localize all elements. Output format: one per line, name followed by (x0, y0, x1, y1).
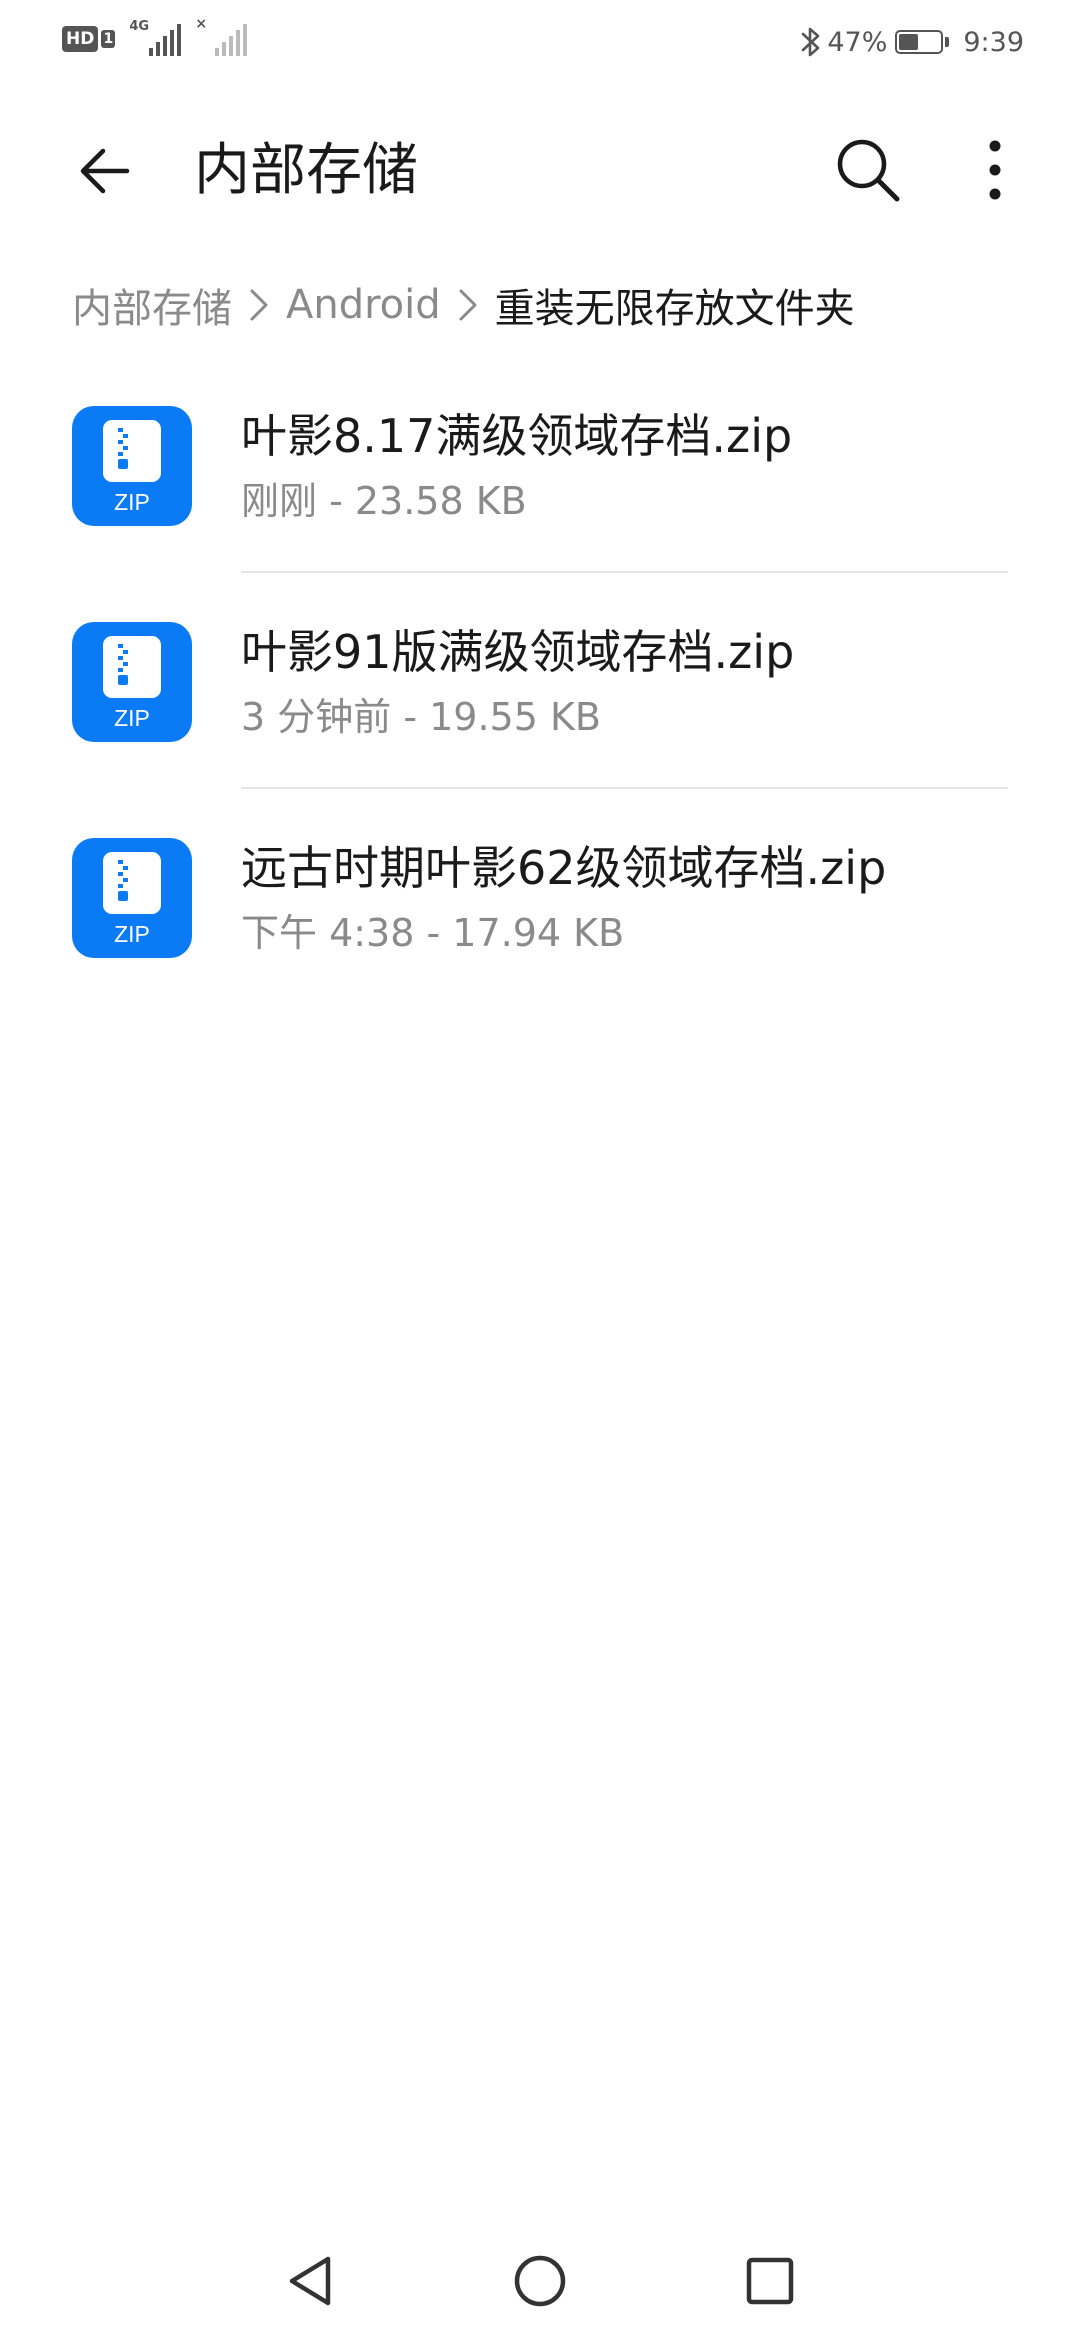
file-meta: 下午 4:38 - 17.94 KB (241, 911, 625, 955)
status-left: HD 1 4G × (62, 16, 248, 56)
hd-label: HD (62, 26, 99, 52)
zip-icon-label: ZIP (114, 489, 150, 515)
breadcrumb-item-android[interactable]: Android (286, 282, 441, 328)
search-button[interactable] (826, 128, 910, 212)
file-list: ZIP 叶影8.17满级领域存档.zip 刚刚 - 23.58 KB ZIP 叶… (0, 390, 1080, 1038)
bluetooth-icon (802, 27, 820, 57)
signal-strength-sim2: × (195, 16, 248, 56)
breadcrumb-item-internal-storage[interactable]: 内部存储 (72, 276, 232, 334)
battery-fill (899, 34, 919, 50)
battery-icon (895, 30, 950, 54)
zip-icon-label: ZIP (114, 921, 150, 947)
chevron-right-icon (457, 285, 479, 325)
screen: HD 1 4G × 47% 9:39 内部存储 内部存储 Android 重装无… (0, 0, 1080, 2340)
more-vertical-icon (989, 140, 1001, 200)
signal-bars-empty-icon (215, 24, 248, 56)
more-options-button[interactable] (960, 128, 1030, 212)
file-name: 远古时期叶影62级领域存档.zip (241, 841, 887, 895)
file-meta: 刚刚 - 23.58 KB (241, 479, 527, 523)
hd-badge: HD 1 (62, 22, 116, 56)
breadcrumb: 内部存储 Android 重装无限存放文件夹 (72, 270, 855, 340)
battery-percent: 47% (827, 26, 888, 58)
app-bar: 内部存储 (0, 112, 1080, 222)
zip-file-icon: ZIP (72, 622, 192, 742)
back-button[interactable] (66, 132, 144, 210)
divider (241, 571, 1008, 573)
nav-recents-square-icon (746, 2257, 794, 2305)
divider (241, 787, 1008, 789)
zip-file-icon: ZIP (72, 406, 192, 526)
file-row[interactable]: ZIP 叶影91版满级领域存档.zip 3 分钟前 - 19.55 KB (0, 606, 1080, 822)
breadcrumb-item-current-folder: 重装无限存放文件夹 (494, 286, 855, 332)
zip-file-icon: ZIP (72, 838, 192, 958)
file-meta: 3 分钟前 - 19.55 KB (241, 695, 601, 739)
sim-label: 1 (101, 30, 116, 48)
network-type-label: 4G (129, 19, 150, 34)
zip-icon-label: ZIP (114, 705, 150, 731)
navigation-bar (0, 2220, 1080, 2340)
chevron-right-icon (248, 285, 270, 325)
page-title: 内部存储 (194, 138, 418, 203)
signal-strength-sim1: 4G (129, 19, 182, 56)
nav-back-triangle-icon (289, 2256, 331, 2306)
file-name: 叶影91版满级领域存档.zip (241, 625, 795, 679)
status-right: 47% 9:39 (799, 22, 1024, 62)
status-time: 9:39 (963, 26, 1024, 58)
file-name: 叶影8.17满级领域存档.zip (241, 409, 793, 463)
signal-bars-icon (149, 24, 182, 56)
file-row[interactable]: ZIP 远古时期叶影62级领域存档.zip 下午 4:38 - 17.94 KB (0, 822, 1080, 1038)
nav-home-button[interactable] (505, 2246, 575, 2316)
search-icon (837, 139, 900, 202)
nav-back-button[interactable] (275, 2246, 345, 2316)
status-bar: HD 1 4G × 47% 9:39 (0, 0, 1080, 84)
nav-home-circle-icon (514, 2255, 566, 2307)
arrow-left-icon (80, 148, 130, 194)
no-signal-icon: × (195, 16, 208, 32)
file-row[interactable]: ZIP 叶影8.17满级领域存档.zip 刚刚 - 23.58 KB (0, 390, 1080, 606)
nav-recents-button[interactable] (735, 2246, 805, 2316)
